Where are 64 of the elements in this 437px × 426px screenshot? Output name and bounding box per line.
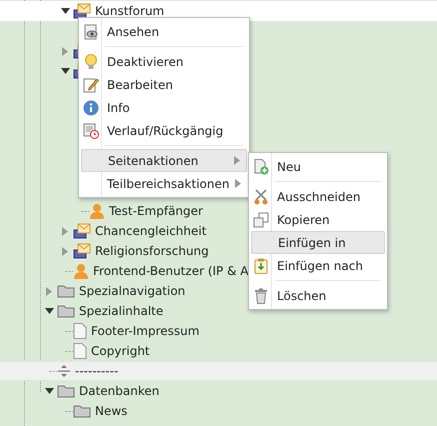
tree-label: Test-Empfänger (109, 203, 203, 219)
user-icon (73, 263, 89, 279)
menu-item[interactable]: Info (81, 96, 247, 119)
caret-down-icon[interactable] (60, 7, 70, 15)
folder-icon (57, 384, 75, 398)
menu-item[interactable]: Verlauf/Rückgängig (81, 119, 247, 142)
tree-row[interactable]: Footer-Impressum (0, 321, 200, 341)
tree-label: ---------- (75, 363, 118, 379)
menu-item[interactable]: Einfügen nach (251, 254, 385, 277)
tree-row[interactable]: News (0, 401, 128, 421)
folder-icon (57, 284, 75, 298)
tree-label: Spezialnavigation (79, 283, 186, 299)
new-page-icon (253, 158, 269, 174)
caret-down-icon[interactable] (60, 67, 70, 75)
tree-label: News (95, 403, 128, 419)
menu-item[interactable]: Teilbereichsaktionen (81, 172, 247, 195)
tree-row[interactable]: Spezialinhalte (0, 301, 164, 321)
tree-label: Kunstforum (95, 3, 164, 19)
envelope-stack-icon (73, 243, 91, 259)
menu-item[interactable]: Seitenaktionen (81, 149, 247, 172)
tree-label: Datenbanken (79, 383, 160, 399)
menu-item[interactable]: Löschen (251, 284, 385, 307)
menu-item[interactable]: Kopieren (251, 208, 385, 231)
menu-item[interactable]: Neu (251, 155, 385, 178)
envelope-stack-icon (73, 223, 91, 239)
folder-icon (57, 304, 75, 318)
copy-icon (253, 212, 269, 228)
tree-row[interactable]: Datenbanken (0, 381, 160, 401)
submenu-arrow-icon (234, 156, 240, 165)
trash-icon (254, 288, 268, 304)
page-icon (73, 323, 87, 339)
menu-item[interactable]: Bearbeiten (81, 73, 247, 96)
selected-tree-row[interactable]: Kunstforum (0, 1, 437, 21)
user-icon (89, 203, 105, 219)
edit-icon (83, 76, 99, 92)
info-icon (83, 100, 99, 116)
caret-down-icon[interactable] (44, 307, 54, 315)
tree-row[interactable]: Frontend-Benutzer (IP & A (0, 261, 248, 281)
tree-label: Footer-Impressum (91, 323, 200, 339)
tree-label: Chancengleichheit (95, 223, 206, 239)
tree-label: Religionsforschung (95, 243, 209, 259)
page-icon (73, 343, 87, 359)
submenu-arrow-icon (235, 179, 241, 188)
selected-tree-row[interactable]: ---------- (0, 361, 437, 381)
document-view-icon (83, 24, 99, 40)
tree-row[interactable]: Chancengleichheit (0, 221, 206, 241)
calendar-clock-icon (83, 122, 99, 138)
lightbulb-icon (84, 54, 98, 70)
menu-item[interactable]: Einfügen in (251, 231, 385, 254)
menu-item[interactable]: Ausschneiden (251, 185, 385, 208)
scissors-icon (253, 188, 269, 204)
menu-item[interactable]: Deaktivieren (81, 50, 247, 73)
tree-label: Copyright (91, 343, 150, 359)
tree-row[interactable]: Religionsforschung (0, 241, 209, 261)
tree-label: Spezialinhalte (79, 303, 164, 319)
tree-row[interactable]: Test-Empfänger (0, 201, 203, 221)
caret-down-icon[interactable] (44, 387, 54, 395)
folder-icon (73, 404, 91, 418)
tree-row[interactable]: Spezialnavigation (0, 281, 186, 301)
tree-row[interactable]: Copyright (0, 341, 150, 361)
tree-label: Frontend-Benutzer (IP & A (93, 263, 248, 279)
clipboard-icon (254, 258, 268, 274)
separator-icon (57, 364, 71, 378)
menu-item[interactable]: Ansehen (81, 20, 247, 43)
